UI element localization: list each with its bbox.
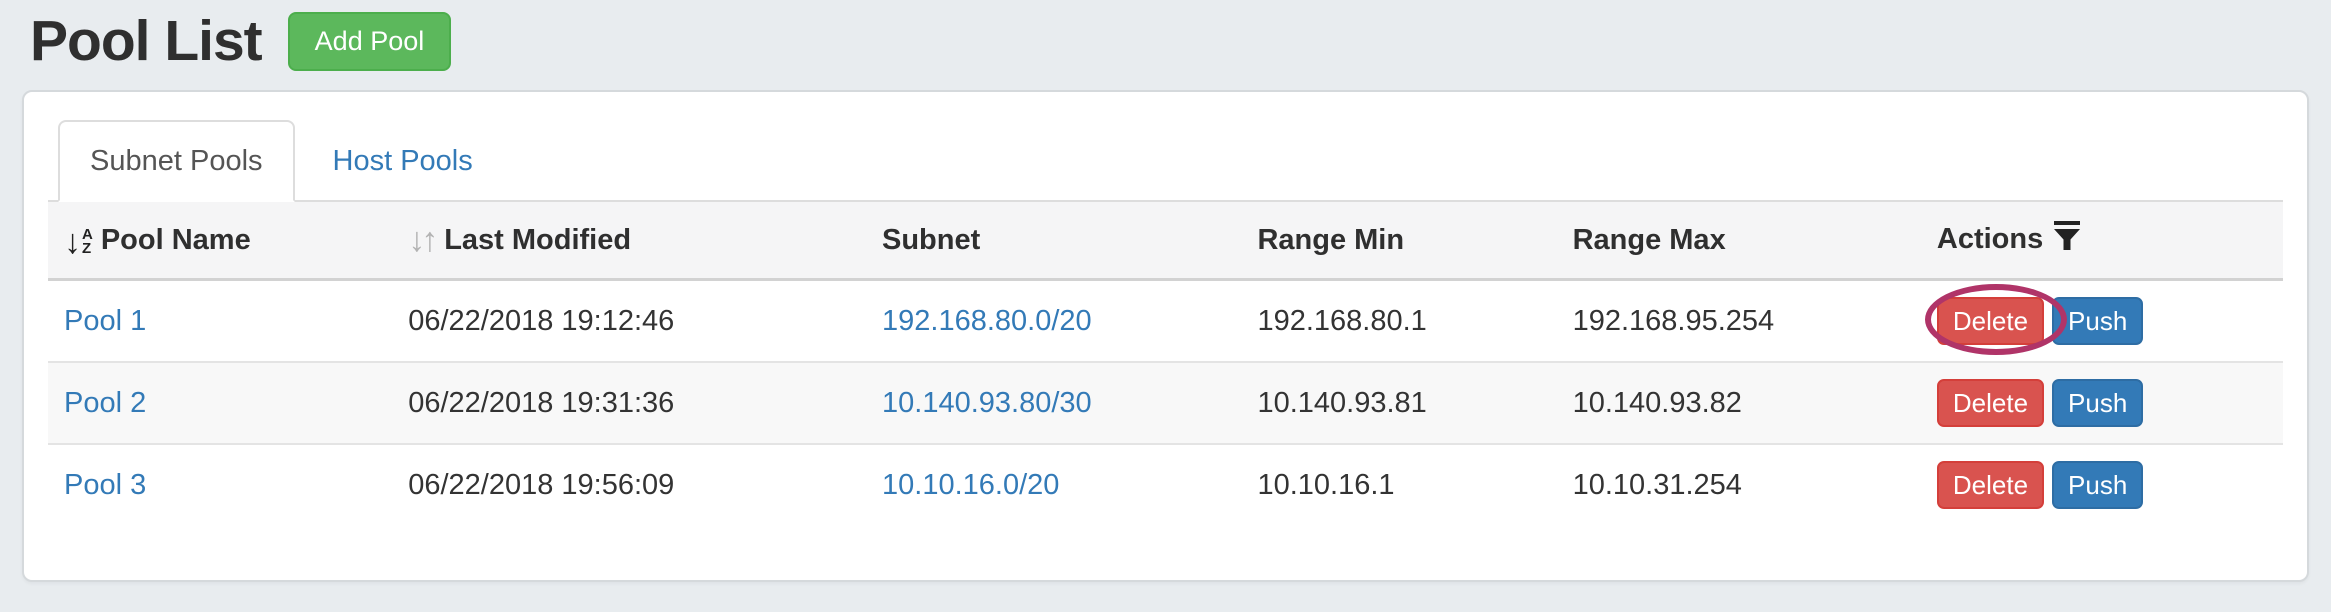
subnet-link[interactable]: 10.140.93.80/30 [882,387,1092,419]
column-header-range-min: Range Min [1241,202,1556,280]
column-header-actions: Actions [1921,202,2283,280]
push-button[interactable]: Push [2052,461,2143,509]
pool-list-panel: Subnet Pools Host Pools ↓AZ Pool Name ↓↑ L… [22,90,2309,582]
table-row: Pool 1 06/22/2018 19:12:46 192.168.80.0/… [48,280,2283,363]
range-min-cell: 10.140.93.81 [1241,362,1556,444]
range-max-cell: 10.140.93.82 [1557,362,1921,444]
delete-button[interactable]: Delete [1937,461,2044,509]
push-button[interactable]: Push [2052,297,2143,345]
filter-icon[interactable] [2053,226,2081,258]
column-label: Range Max [1573,224,1726,256]
column-label: Range Min [1257,224,1404,256]
table-row: Pool 2 06/22/2018 19:31:36 10.140.93.80/… [48,362,2283,444]
sort-icon[interactable]: ↓↑ [408,221,434,259]
table-row: Pool 3 06/22/2018 19:56:09 10.10.16.0/20… [48,444,2283,525]
delete-button[interactable]: Delete [1937,379,2044,427]
column-header-last-modified[interactable]: ↓↑ Last Modified [392,202,866,280]
push-button[interactable]: Push [2052,379,2143,427]
range-max-cell: 192.168.95.254 [1557,280,1921,363]
range-min-cell: 192.168.80.1 [1241,280,1556,363]
column-header-range-max: Range Max [1557,202,1921,280]
delete-button[interactable]: Delete [1937,297,2044,345]
last-modified-cell: 06/22/2018 19:31:36 [392,362,866,444]
column-label: Actions [1937,223,2043,255]
column-label: Last Modified [444,224,631,256]
page-title: Pool List [30,8,262,74]
subnet-link[interactable]: 10.10.16.0/20 [882,469,1059,501]
tab-subnet-pools[interactable]: Subnet Pools [58,120,295,202]
subnet-link[interactable]: 192.168.80.0/20 [882,305,1092,337]
tab-bar: Subnet Pools Host Pools [48,120,2283,202]
pool-table: ↓AZ Pool Name ↓↑ Last Modified Subnet Rang… [48,202,2283,525]
table-header-row: ↓AZ Pool Name ↓↑ Last Modified Subnet Rang… [48,202,2283,280]
tab-host-pools[interactable]: Host Pools [301,120,505,202]
pool-name-link[interactable]: Pool 1 [64,305,146,337]
pool-name-link[interactable]: Pool 3 [64,469,146,501]
pool-name-link[interactable]: Pool 2 [64,387,146,419]
range-min-cell: 10.10.16.1 [1241,444,1556,525]
range-max-cell: 10.10.31.254 [1557,444,1921,525]
column-header-subnet: Subnet [866,202,1241,280]
column-header-pool-name[interactable]: ↓AZ Pool Name [48,202,392,280]
column-label: Pool Name [101,224,251,256]
page-header: Pool List Add Pool [30,8,2331,74]
last-modified-cell: 06/22/2018 19:56:09 [392,444,866,525]
sort-alpha-asc-icon[interactable]: ↓AZ [64,227,93,257]
column-label: Subnet [882,224,980,256]
last-modified-cell: 06/22/2018 19:12:46 [392,280,866,363]
add-pool-button[interactable]: Add Pool [288,12,452,71]
